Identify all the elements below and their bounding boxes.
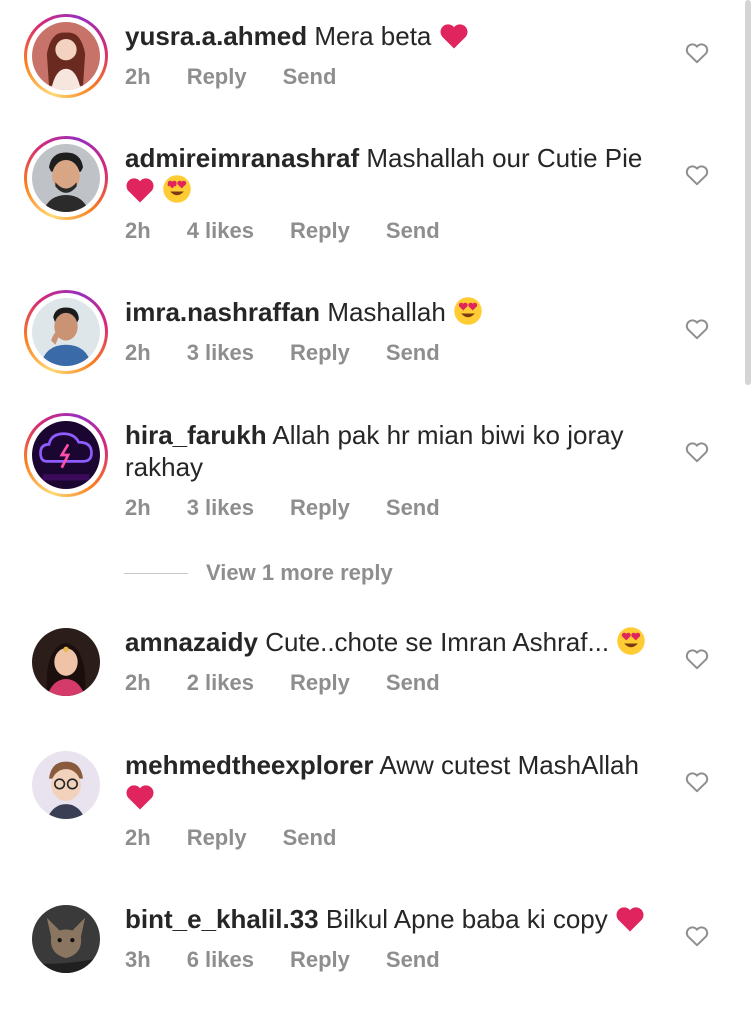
- avatar[interactable]: [24, 14, 108, 98]
- likes-count[interactable]: 6 likes: [187, 947, 254, 973]
- avatar[interactable]: [24, 136, 108, 220]
- likes-count[interactable]: 3 likes: [187, 495, 254, 521]
- view-more-replies-button[interactable]: View 1 more reply: [124, 557, 393, 589]
- comment-time: 2h: [125, 218, 151, 243]
- comment-time: 2h: [125, 340, 151, 365]
- reply-button[interactable]: Reply: [290, 218, 350, 244]
- likes-count[interactable]: 2 likes: [187, 670, 254, 696]
- like-heart-icon[interactable]: [684, 316, 710, 342]
- like-heart-icon[interactable]: [684, 769, 710, 795]
- scrollbar[interactable]: [745, 0, 751, 385]
- comment-time: 3h: [125, 947, 151, 972]
- comment-time: 2h: [125, 64, 151, 89]
- send-button[interactable]: Send: [283, 825, 337, 851]
- send-button[interactable]: Send: [283, 64, 337, 90]
- view-more-replies-label: View 1 more reply: [206, 560, 393, 585]
- avatar[interactable]: [24, 413, 108, 497]
- like-heart-icon[interactable]: [684, 923, 710, 949]
- comment-username[interactable]: bint_e_khalil.33: [125, 904, 319, 934]
- like-heart-icon[interactable]: [684, 40, 710, 66]
- avatar[interactable]: [32, 751, 100, 819]
- avatar[interactable]: [32, 628, 100, 696]
- reply-button[interactable]: Reply: [187, 825, 247, 851]
- comment-username[interactable]: amnazaidy: [125, 627, 258, 657]
- send-button[interactable]: Send: [386, 670, 440, 696]
- likes-count[interactable]: 3 likes: [187, 340, 254, 366]
- comment-body: Aww cutest MashAllah: [379, 750, 639, 780]
- like-heart-icon[interactable]: [684, 439, 710, 465]
- like-heart-icon[interactable]: [684, 162, 710, 188]
- reply-button[interactable]: Reply: [290, 340, 350, 366]
- send-button[interactable]: Send: [386, 340, 440, 366]
- comment-text: yusra.a.ahmed Mera beta: [125, 20, 665, 52]
- red-heart-icon: [616, 907, 644, 932]
- red-heart-icon: [126, 785, 154, 810]
- comment-text: admireimranashraf Mashallah our Cutie Pi…: [125, 142, 665, 206]
- reply-button[interactable]: Reply: [290, 495, 350, 521]
- red-heart-icon: [126, 178, 154, 203]
- avatar[interactable]: [32, 905, 100, 973]
- comment-username[interactable]: hira_farukh: [125, 420, 267, 450]
- heart-eyes-emoji-icon: [617, 627, 646, 655]
- comment-body: Mashallah our Cutie Pie: [366, 143, 643, 173]
- heart-eyes-emoji-icon: [163, 175, 191, 203]
- avatar[interactable]: [24, 290, 108, 374]
- comment-text: bint_e_khalil.33 Bilkul Apne baba ki cop…: [125, 903, 665, 935]
- comment-body: Cute..chote se Imran Ashraf...: [265, 627, 610, 657]
- comment-body: Mashallah: [327, 297, 446, 327]
- like-heart-icon[interactable]: [684, 646, 710, 672]
- comment-time: 2h: [125, 825, 151, 850]
- comment-username[interactable]: mehmedtheexplorer: [125, 750, 374, 780]
- send-button[interactable]: Send: [386, 218, 440, 244]
- divider: [124, 572, 188, 574]
- comment-username[interactable]: imra.nashraffan: [125, 297, 320, 327]
- comment-body: Mera beta: [314, 21, 432, 51]
- heart-eyes-emoji-icon: [454, 297, 482, 325]
- red-heart-icon: [440, 24, 468, 49]
- comment-text: hira_farukh Allah pak hr mian biwi ko jo…: [125, 419, 665, 483]
- comment-time: 2h: [125, 670, 151, 695]
- comment-text: amnazaidy Cute..chote se Imran Ashraf...: [125, 626, 665, 658]
- comment-text: imra.nashraffan Mashallah: [125, 296, 665, 328]
- reply-button[interactable]: Reply: [187, 64, 247, 90]
- comment-username[interactable]: admireimranashraf: [125, 143, 359, 173]
- comment-text: mehmedtheexplorer Aww cutest MashAllah: [125, 749, 665, 813]
- comment-username[interactable]: yusra.a.ahmed: [125, 21, 307, 51]
- send-button[interactable]: Send: [386, 495, 440, 521]
- reply-button[interactable]: Reply: [290, 947, 350, 973]
- comment-time: 2h: [125, 495, 151, 520]
- send-button[interactable]: Send: [386, 947, 440, 973]
- comment-body: Bilkul Apne baba ki copy: [325, 904, 608, 934]
- reply-button[interactable]: Reply: [290, 670, 350, 696]
- likes-count[interactable]: 4 likes: [187, 218, 254, 244]
